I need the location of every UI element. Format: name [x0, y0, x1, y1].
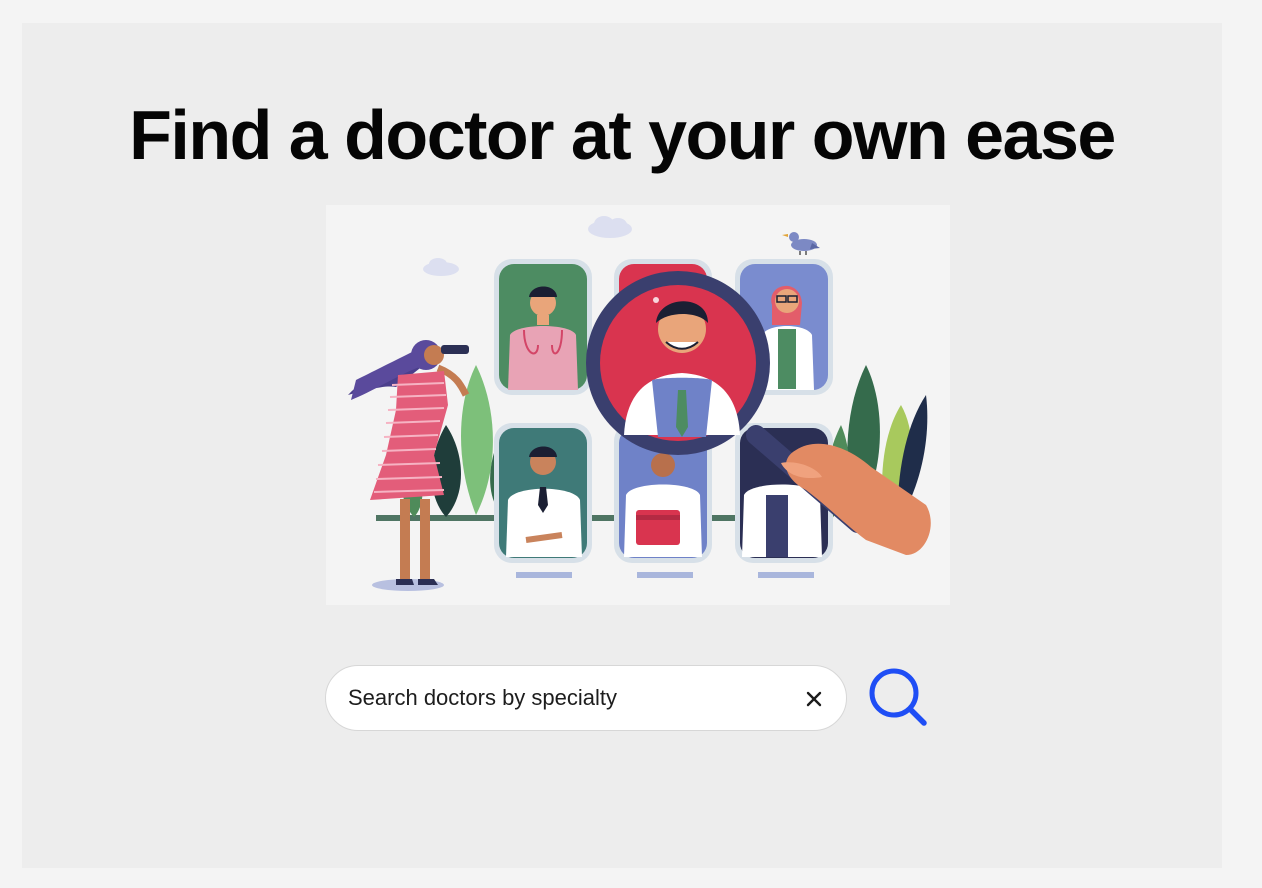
doctor-card [494, 423, 592, 563]
doctor-card [494, 259, 592, 395]
close-icon [806, 691, 822, 707]
main-panel: Find a doctor at your own ease [22, 23, 1222, 868]
page-title: Find a doctor at your own ease [129, 96, 1116, 174]
search-icon [869, 668, 927, 726]
clear-search-button[interactable] [798, 683, 830, 715]
hero-illustration [326, 205, 950, 605]
search-input[interactable] [348, 666, 788, 730]
search-button[interactable] [868, 667, 930, 729]
search-bar [325, 665, 847, 731]
bird-icon [782, 232, 820, 255]
